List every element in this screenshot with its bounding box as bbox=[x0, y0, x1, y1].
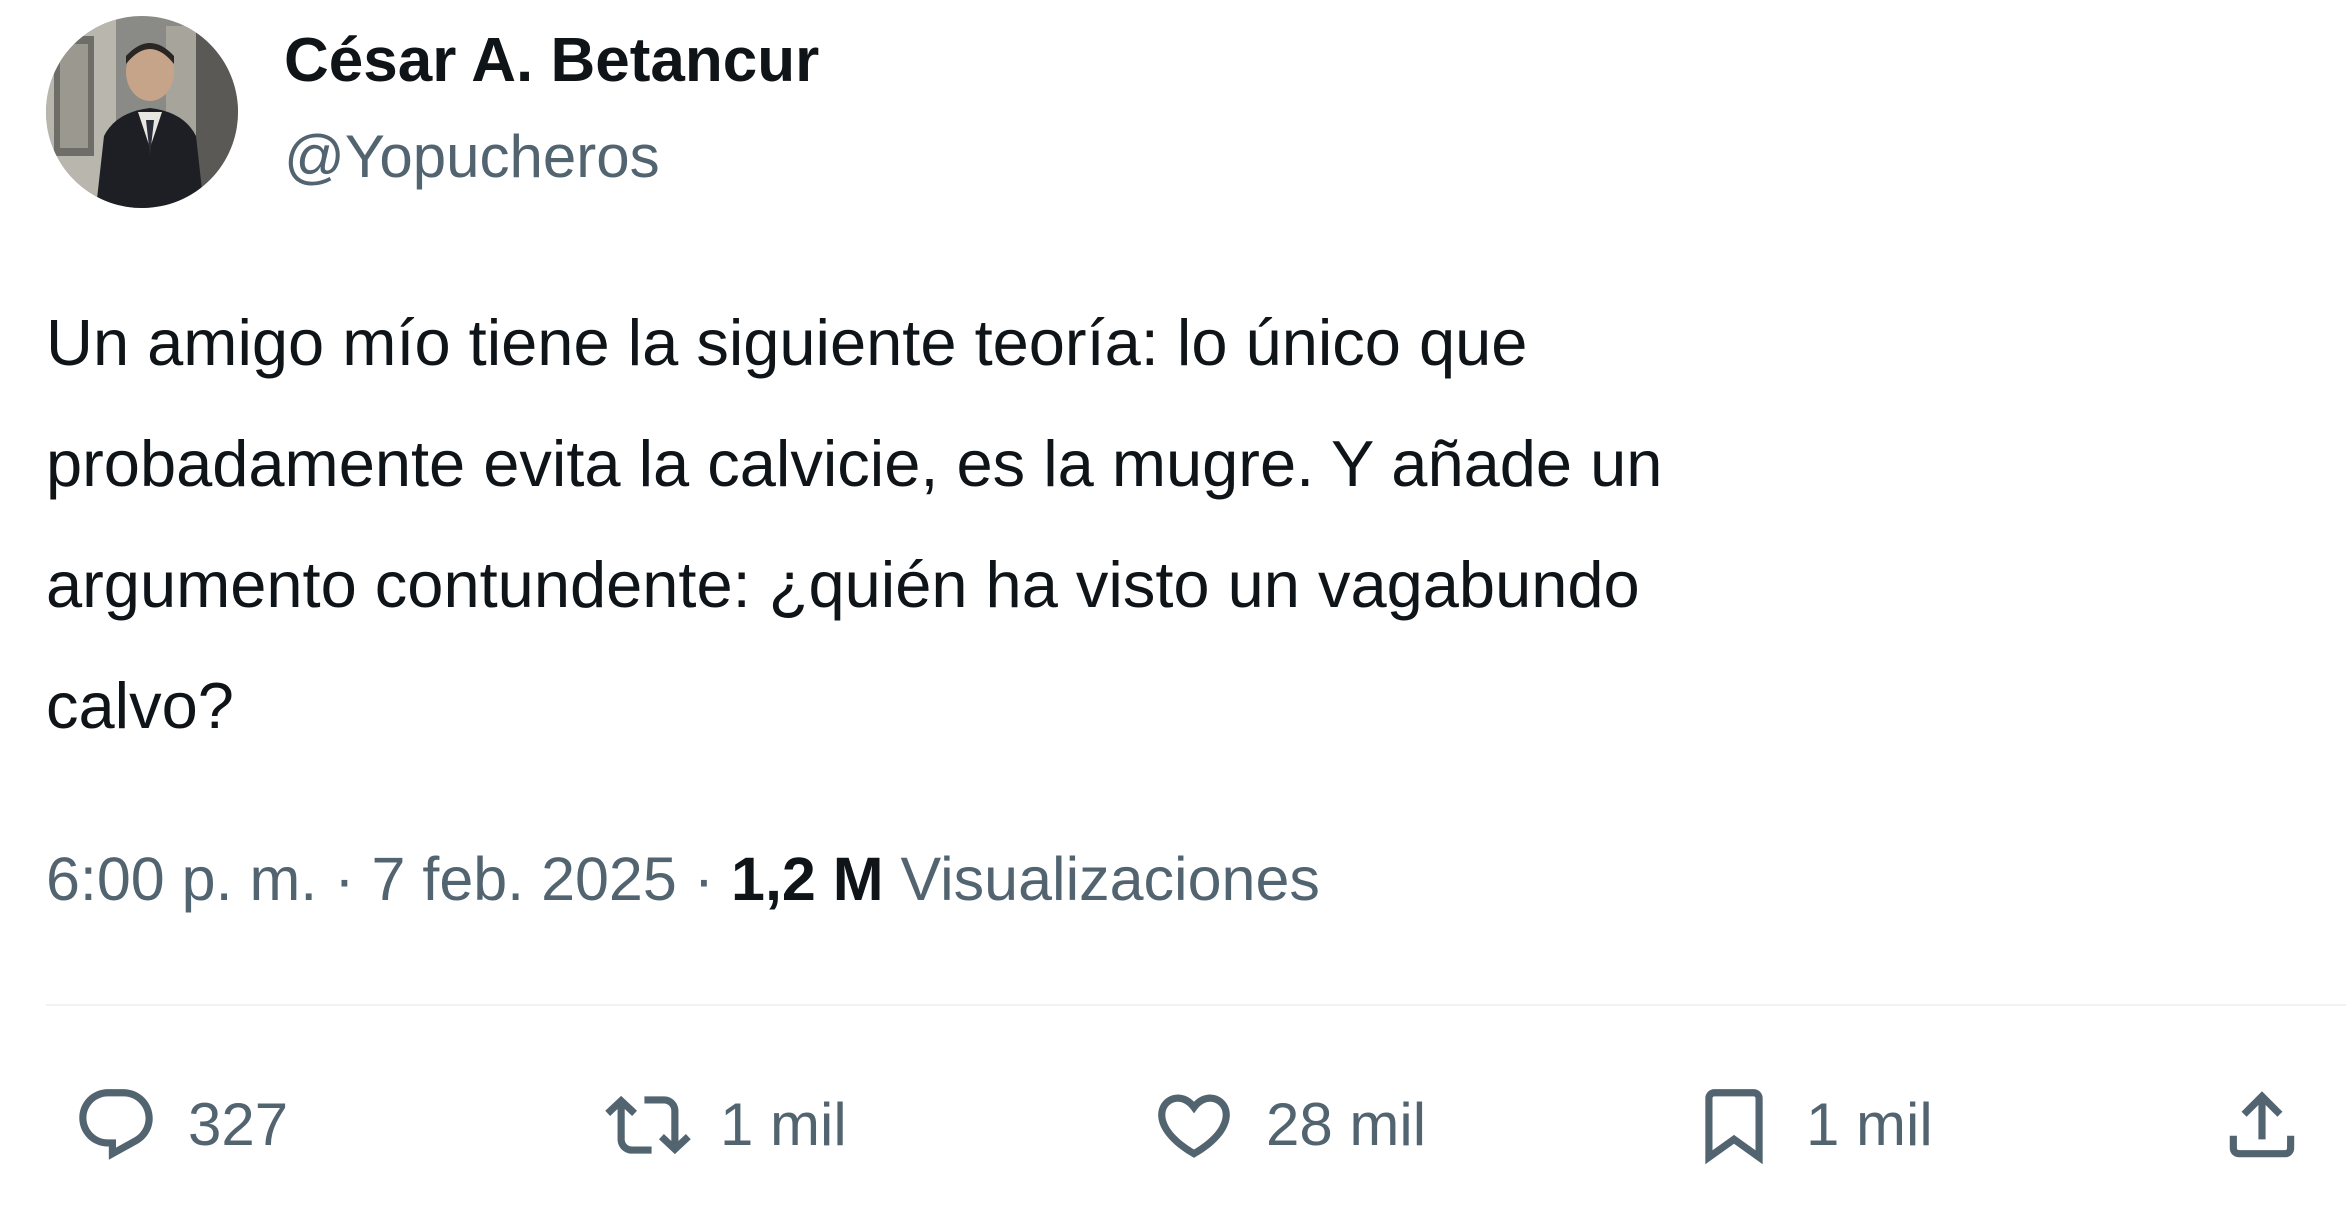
bookmark-icon bbox=[1684, 1075, 1784, 1175]
tweet-time[interactable]: 6:00 p. m. bbox=[46, 845, 317, 913]
tweet-date[interactable]: 7 feb. 2025 bbox=[372, 845, 677, 913]
views-label: Visualizaciones bbox=[900, 845, 1320, 913]
retweet-count: 1 mil bbox=[720, 1091, 847, 1158]
divider bbox=[46, 1004, 2346, 1006]
retweet-icon bbox=[598, 1075, 698, 1175]
meta-separator: · bbox=[334, 845, 355, 913]
bookmark-button[interactable]: 1 mil bbox=[1684, 1070, 1933, 1180]
bookmark-count: 1 mil bbox=[1806, 1091, 1933, 1158]
author-avatar[interactable] bbox=[46, 16, 238, 208]
retweet-button[interactable]: 1 mil bbox=[598, 1070, 847, 1180]
heart-icon bbox=[1144, 1075, 1244, 1175]
views-count: 1,2 M bbox=[731, 845, 884, 913]
meta-separator: · bbox=[693, 845, 715, 913]
reply-icon bbox=[66, 1075, 166, 1175]
tweet-text: Un amigo mío tiene la siguiente teoría: … bbox=[46, 306, 1663, 742]
author-display-name[interactable]: César A. Betancur bbox=[284, 18, 819, 104]
like-button[interactable]: 28 mil bbox=[1144, 1070, 1426, 1180]
tweet-meta: 6:00 p. m. · 7 feb. 2025 · 1,2 M Visuali… bbox=[46, 836, 1320, 922]
like-count: 28 mil bbox=[1266, 1091, 1427, 1158]
tweet-card: César A. Betancur @Yopucheros Un amigo m… bbox=[0, 0, 2350, 1230]
reply-count: 327 bbox=[188, 1091, 289, 1158]
share-button[interactable] bbox=[2212, 1070, 2312, 1180]
author-handle[interactable]: @Yopucheros bbox=[284, 114, 660, 200]
reply-button[interactable]: 327 bbox=[66, 1070, 288, 1180]
profile-photo-icon bbox=[46, 16, 238, 208]
action-bar: 327 1 mil 28 mil 1 mil bbox=[0, 1070, 2350, 1180]
share-icon bbox=[2212, 1075, 2312, 1175]
